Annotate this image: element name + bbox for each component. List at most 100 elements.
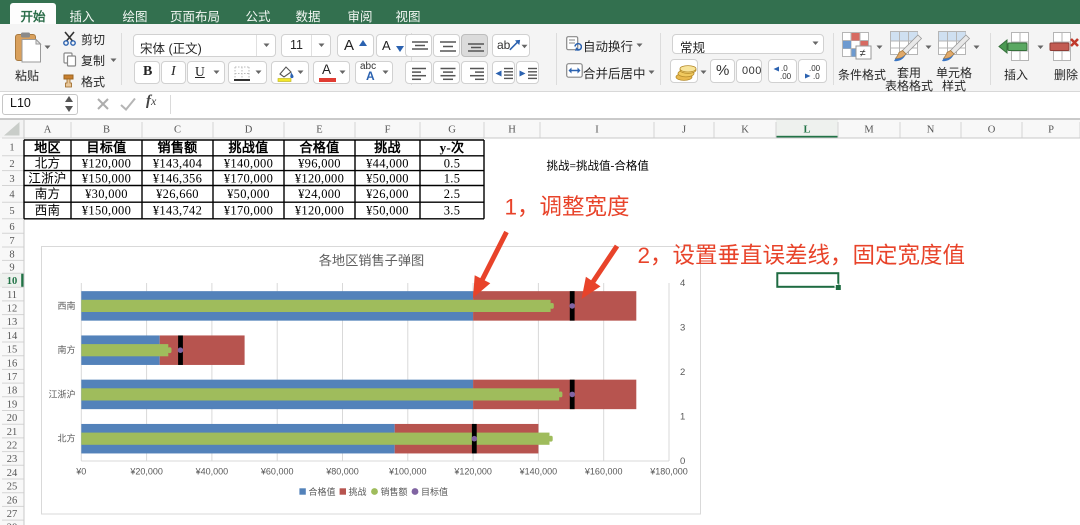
svg-text:¥120,000: ¥120,000	[82, 156, 131, 170]
svg-text:¥20,000: ¥20,000	[129, 467, 163, 477]
svg-text:1，调整宽度: 1，调整宽度	[505, 195, 630, 220]
svg-text:K: K	[741, 125, 749, 136]
svg-text:西南: 西南	[35, 203, 61, 218]
svg-text:¥60,000: ¥60,000	[260, 467, 294, 477]
svg-text:16: 16	[7, 358, 18, 369]
svg-text:3: 3	[9, 174, 14, 185]
svg-text:2，设置垂直误差线，固定宽度值: 2，设置垂直误差线，固定宽度值	[638, 243, 966, 268]
svg-text:P: P	[1048, 125, 1054, 136]
svg-text:23: 23	[7, 454, 18, 465]
svg-text:G: G	[448, 125, 456, 136]
svg-text:目标值: 目标值	[421, 486, 448, 497]
svg-text:y-次: y-次	[440, 140, 465, 155]
svg-text:¥120,000: ¥120,000	[295, 171, 344, 185]
svg-text:1: 1	[680, 412, 685, 423]
svg-text:14: 14	[7, 331, 18, 342]
svg-text:N: N	[927, 125, 935, 136]
svg-text:3: 3	[680, 323, 685, 334]
svg-text:¥96,000: ¥96,000	[298, 156, 341, 170]
svg-text:合格值: 合格值	[309, 486, 336, 497]
svg-text:19: 19	[7, 399, 18, 410]
svg-text:1.5: 1.5	[444, 171, 461, 185]
svg-text:13: 13	[7, 317, 18, 328]
svg-text:¥180,000: ¥180,000	[649, 467, 688, 477]
svg-text:西南: 西南	[57, 300, 75, 311]
svg-text:6: 6	[9, 222, 14, 233]
svg-text:各地区销售子弹图: 各地区销售子弹图	[319, 253, 425, 268]
svg-text:¥40,000: ¥40,000	[195, 467, 229, 477]
svg-text:南方: 南方	[35, 186, 61, 201]
svg-text:E: E	[316, 125, 322, 136]
svg-text:4: 4	[680, 278, 685, 289]
svg-text:I: I	[595, 125, 599, 136]
svg-text:3.5: 3.5	[444, 204, 461, 218]
svg-text:9: 9	[9, 263, 14, 274]
svg-text:¥80,000: ¥80,000	[325, 467, 359, 477]
svg-text:¥150,000: ¥150,000	[82, 204, 131, 218]
svg-text:A: A	[44, 125, 52, 136]
svg-text:¥24,000: ¥24,000	[298, 187, 341, 201]
svg-text:¥150,000: ¥150,000	[82, 171, 131, 185]
svg-text:O: O	[988, 125, 996, 136]
svg-text:2: 2	[9, 159, 14, 170]
svg-text:¥170,000: ¥170,000	[224, 204, 273, 218]
svg-text:26: 26	[7, 495, 18, 506]
svg-text:7: 7	[9, 236, 14, 247]
svg-text:11: 11	[7, 290, 17, 301]
svg-text:8: 8	[9, 249, 14, 260]
svg-text:销售额: 销售额	[381, 486, 408, 497]
svg-text:¥143,742: ¥143,742	[153, 204, 202, 218]
svg-text:2.5: 2.5	[444, 187, 461, 201]
svg-text:销售额: 销售额	[158, 140, 198, 155]
svg-text:¥100,000: ¥100,000	[388, 467, 427, 477]
svg-text:目标值: 目标值	[87, 140, 127, 155]
svg-text:江浙沪: 江浙沪	[28, 170, 66, 185]
svg-text:0.5: 0.5	[444, 156, 461, 170]
svg-text:¥140,000: ¥140,000	[224, 156, 273, 170]
svg-text:B: B	[103, 125, 110, 136]
svg-text:¥146,356: ¥146,356	[153, 171, 202, 185]
svg-text:挑战: 挑战	[349, 486, 367, 497]
svg-text:地区: 地区	[34, 140, 61, 155]
svg-text:江浙沪: 江浙沪	[48, 388, 75, 399]
svg-text:¥0: ¥0	[75, 467, 86, 477]
svg-text:21: 21	[7, 427, 18, 438]
svg-text:南方: 南方	[57, 344, 75, 355]
svg-text:4: 4	[9, 190, 15, 201]
svg-text:¥30,000: ¥30,000	[85, 187, 128, 201]
svg-text:¥120,000: ¥120,000	[295, 204, 344, 218]
svg-text:北方: 北方	[35, 155, 61, 170]
svg-text:22: 22	[7, 440, 18, 451]
svg-text:C: C	[174, 125, 181, 136]
svg-text:1: 1	[9, 143, 14, 154]
svg-text:F: F	[385, 125, 391, 136]
svg-text:27: 27	[7, 509, 18, 520]
svg-text:12: 12	[7, 303, 18, 314]
svg-text:J: J	[682, 125, 686, 136]
svg-text:0: 0	[680, 456, 685, 467]
svg-text:¥160,000: ¥160,000	[584, 467, 623, 477]
svg-text:¥120,000: ¥120,000	[453, 467, 492, 477]
svg-text:25: 25	[7, 482, 18, 493]
svg-text:15: 15	[7, 345, 18, 356]
svg-text:¥44,000: ¥44,000	[366, 156, 409, 170]
svg-text:¥140,000: ¥140,000	[519, 467, 558, 477]
svg-text:2: 2	[680, 367, 685, 378]
svg-text:H: H	[508, 125, 516, 136]
svg-text:18: 18	[7, 386, 18, 397]
svg-text:17: 17	[7, 372, 18, 383]
svg-text:L: L	[803, 125, 810, 136]
svg-text:合格值: 合格值	[300, 140, 340, 155]
svg-text:¥50,000: ¥50,000	[366, 204, 409, 218]
svg-text:20: 20	[7, 413, 18, 424]
svg-text:¥26,000: ¥26,000	[366, 187, 409, 201]
svg-text:北方: 北方	[57, 433, 75, 444]
svg-text:¥50,000: ¥50,000	[366, 171, 409, 185]
svg-text:10: 10	[7, 276, 18, 287]
svg-text:5: 5	[9, 206, 14, 217]
svg-text:¥170,000: ¥170,000	[224, 171, 273, 185]
svg-text:挑战值: 挑战值	[229, 140, 269, 155]
svg-text:¥50,000: ¥50,000	[227, 187, 270, 201]
svg-text:¥143,404: ¥143,404	[153, 156, 203, 170]
svg-text:挑战: 挑战	[374, 140, 401, 155]
